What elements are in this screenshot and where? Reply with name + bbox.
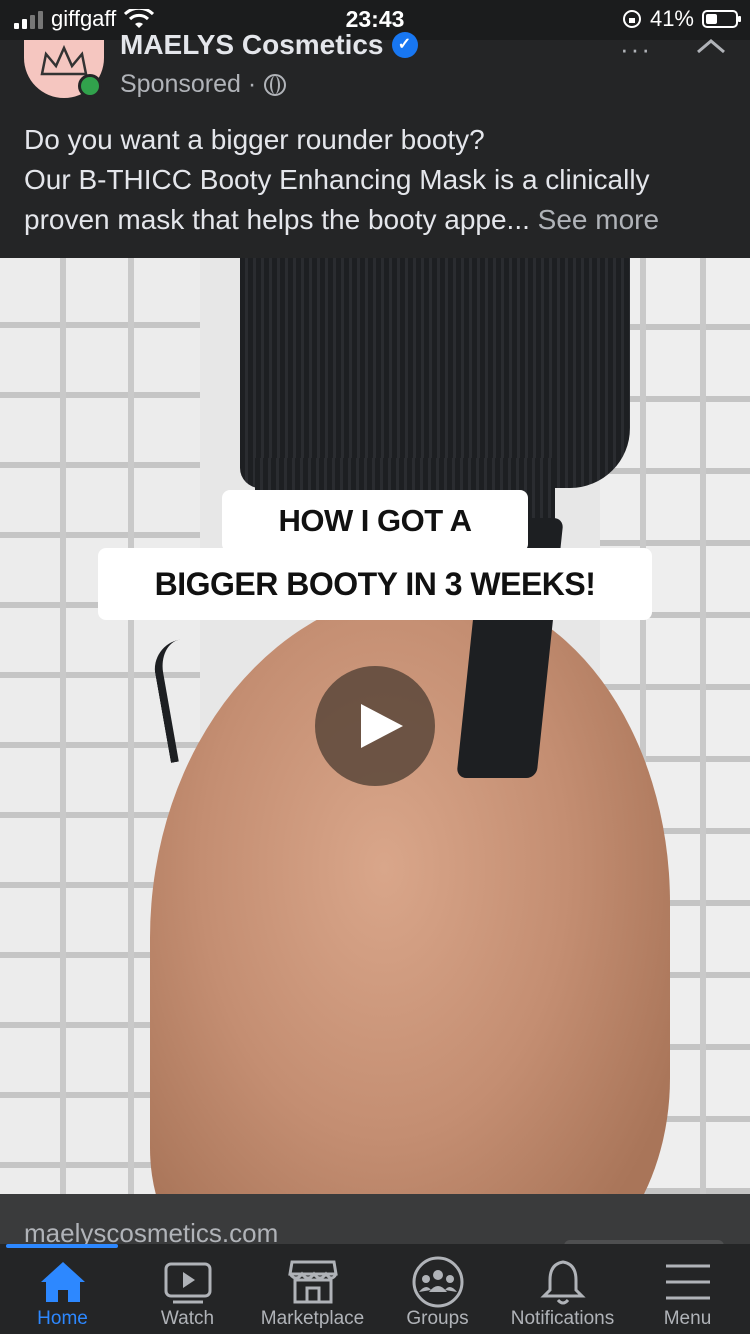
verified-badge-icon: ✓ (391, 32, 418, 58)
video-media[interactable]: HOW I GOT A BIGGER BOOTY IN 3 WEEKS! (0, 258, 750, 1194)
battery-percent: 41% (649, 6, 694, 31)
sponsored-row: Sponsored · (120, 70, 287, 99)
video-caption-line1: HOW I GOT A (222, 490, 528, 552)
tab-watch[interactable]: Watch (125, 1252, 250, 1334)
tab-menu-label: Menu (663, 1308, 712, 1329)
tab-marketplace[interactable]: Marketplace (250, 1252, 375, 1334)
watch-icon (164, 1262, 211, 1304)
online-indicator (78, 74, 102, 98)
status-right: 41% (622, 6, 741, 32)
tab-notifications-label: Notifications (510, 1308, 615, 1329)
crown-logo-icon (40, 44, 88, 76)
link-preview-bar[interactable]: maelyscosmetics.com (0, 1194, 750, 1250)
photo-bodysuit (240, 258, 630, 488)
page-name-row[interactable]: MAELYS Cosmetics ✓ (120, 29, 418, 61)
home-icon (40, 1262, 85, 1302)
tab-home[interactable]: Home (0, 1252, 125, 1334)
battery-icon (702, 10, 741, 28)
tab-home-label: Home (37, 1308, 88, 1329)
play-button-icon[interactable] (315, 666, 435, 786)
menu-icon (665, 1264, 710, 1300)
marketplace-icon (287, 1260, 338, 1304)
bottom-tab-bar: Home Watch Marketplace Groups Notificati… (0, 1244, 750, 1334)
active-tab-indicator (6, 1244, 118, 1248)
groups-icon (412, 1256, 463, 1308)
globe-icon (264, 73, 287, 96)
chevron-up-icon[interactable] (696, 38, 726, 54)
more-options-button[interactable]: ··· (620, 34, 652, 65)
battery-fill (706, 14, 718, 24)
video-caption-line2: BIGGER BOOTY IN 3 WEEKS! (98, 548, 652, 620)
sponsored-label: Sponsored · (120, 70, 257, 98)
post-text-line1: Do you want a bigger rounder booty? (24, 124, 485, 155)
tab-groups-label: Groups (406, 1308, 469, 1329)
tab-menu[interactable]: Menu (625, 1252, 750, 1334)
tab-notifications[interactable]: Notifications (500, 1252, 625, 1334)
see-more-link[interactable]: See more (538, 204, 659, 235)
post-text: Do you want a bigger rounder booty? Our … (24, 120, 734, 240)
tab-marketplace-label: Marketplace (260, 1308, 365, 1329)
tab-groups[interactable]: Groups (375, 1252, 500, 1334)
bell-icon (539, 1260, 586, 1305)
tab-watch-label: Watch (160, 1308, 215, 1329)
page-name[interactable]: MAELYS Cosmetics (120, 29, 384, 61)
post-header: MAELYS Cosmetics ✓ Sponsored · ··· Do yo… (0, 29, 750, 258)
orientation-lock-icon (622, 10, 641, 28)
